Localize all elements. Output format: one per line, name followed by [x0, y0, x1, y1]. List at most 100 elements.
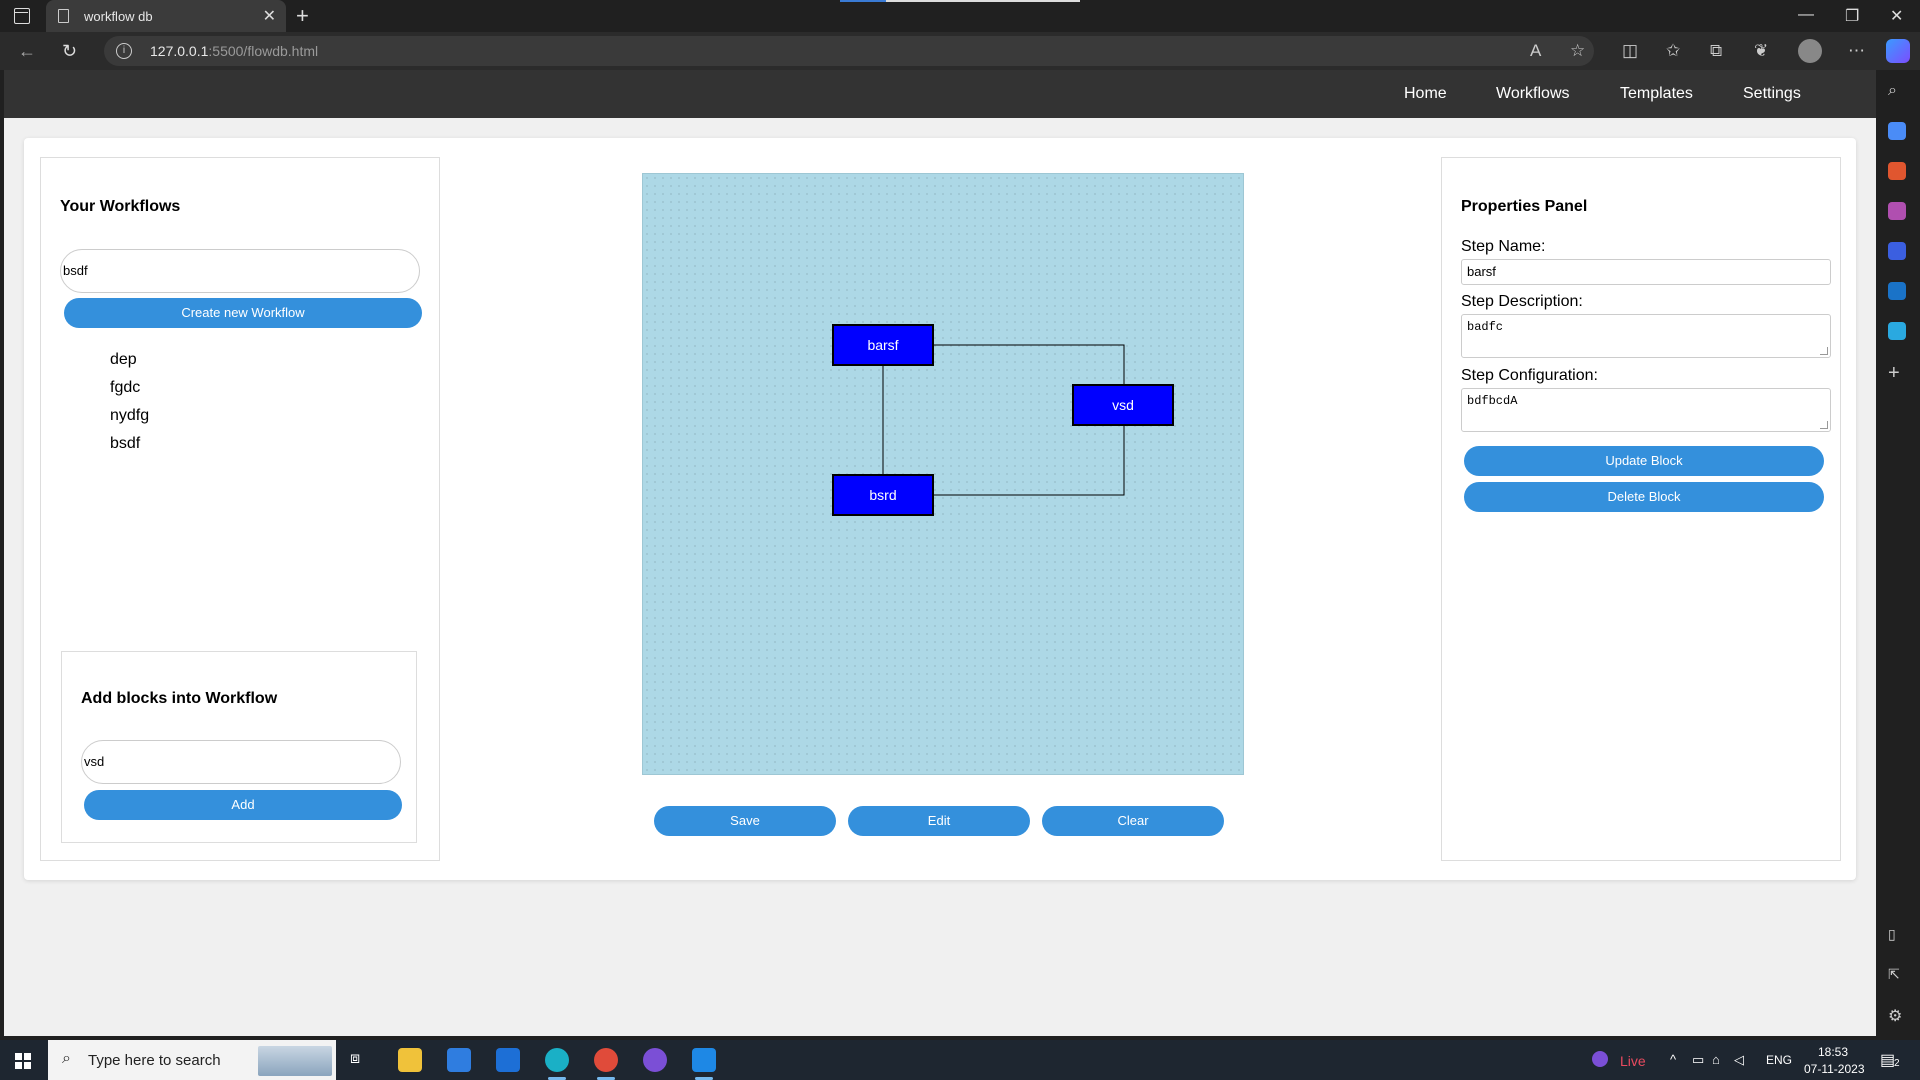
send-icon[interactable]	[1888, 322, 1906, 340]
tab-title: workflow db	[84, 9, 153, 24]
step-name-input[interactable]: barsf	[1461, 259, 1831, 285]
minimize-icon[interactable]: —	[1798, 6, 1814, 24]
resize-grip-icon[interactable]	[1820, 421, 1828, 429]
store-icon[interactable]	[447, 1048, 471, 1072]
outlook-icon[interactable]	[1888, 282, 1906, 300]
edit-button[interactable]: Edit	[848, 806, 1030, 836]
taskbar-search-box[interactable]: ⌕ Type here to search	[48, 1040, 336, 1080]
workflow-item[interactable]: bsdf	[110, 435, 140, 453]
main-card: Your Workflows bsdf Create new Workflow …	[24, 138, 1856, 880]
page-viewport: Home Workflows Templates Settings Your W…	[4, 70, 1876, 1036]
create-workflow-button[interactable]: Create new Workflow	[64, 298, 422, 328]
nav-settings[interactable]: Settings	[1743, 85, 1801, 103]
tab-strip-indicator-active	[840, 0, 886, 2]
collections-icon[interactable]: ⧉	[1710, 41, 1722, 61]
nav-templates[interactable]: Templates	[1620, 85, 1693, 103]
workflow-item[interactable]: dep	[110, 351, 137, 369]
address-bar-row: ← ↻ i 127.0.0.1:5500/flowdb.html A ☆ ◫ ✩…	[0, 32, 1920, 70]
workflow-block[interactable]: vsd	[1072, 384, 1174, 426]
workflow-block[interactable]: barsf	[832, 324, 934, 366]
notification-icon[interactable]: ▤	[1880, 1050, 1895, 1070]
open-external-icon[interactable]: ⇱	[1888, 966, 1906, 984]
step-configuration-value: bdfbcdA	[1467, 394, 1518, 408]
step-configuration-textarea[interactable]: bdfbcdA	[1461, 388, 1831, 432]
live-icon[interactable]	[1592, 1051, 1608, 1067]
favorites-icon[interactable]: ✩	[1666, 41, 1680, 61]
chrome-icon[interactable]	[594, 1048, 618, 1072]
mail-icon[interactable]	[496, 1048, 520, 1072]
favorite-star-icon[interactable]: ☆	[1570, 41, 1585, 61]
nav-home[interactable]: Home	[1404, 85, 1447, 103]
step-description-value: badfc	[1467, 320, 1504, 334]
edge-icon[interactable]	[545, 1048, 569, 1072]
meet-icon[interactable]: ▭	[1692, 1052, 1704, 1068]
live-label[interactable]: Live	[1620, 1053, 1646, 1069]
clear-button[interactable]: Clear	[1042, 806, 1224, 836]
search-icon: ⌕	[62, 1050, 71, 1067]
step-configuration-label: Step Configuration:	[1461, 367, 1598, 384]
windows-taskbar: ⌕ Type here to search ⧈ Live ^ ▭ ⌂ ◁ ENG…	[0, 1040, 1920, 1080]
file-explorer-icon[interactable]	[398, 1048, 422, 1072]
step-description-textarea[interactable]: badfc	[1461, 314, 1831, 358]
workflow-canvas[interactable]: barsf vsd bsrd	[642, 173, 1244, 775]
network-icon[interactable]: ⌂	[1712, 1052, 1720, 1067]
browser-sidebar: ⌕ + ▯ ⇱ ⚙	[1876, 70, 1920, 1036]
update-block-button[interactable]: Update Block	[1464, 446, 1824, 476]
resize-grip-icon[interactable]	[1820, 347, 1828, 355]
close-window-icon[interactable]: ✕	[1890, 6, 1903, 26]
workflow-block[interactable]: bsrd	[832, 474, 934, 516]
add-blocks-box: Add blocks into Workflow vsd Add	[61, 651, 417, 843]
connector-vsd-bsrd	[933, 425, 1125, 496]
shopping-icon[interactable]	[1888, 122, 1906, 140]
back-icon[interactable]: ←	[18, 41, 36, 62]
hide-sidebar-icon[interactable]: ▯	[1888, 926, 1906, 944]
save-button[interactable]: Save	[654, 806, 836, 836]
extensions-icon[interactable]: ❦	[1754, 41, 1768, 61]
office-icon[interactable]	[1888, 242, 1906, 260]
url-field[interactable]: i 127.0.0.1:5500/flowdb.html	[104, 36, 1594, 66]
task-view-icon[interactable]: ⧈	[350, 1050, 360, 1068]
nav-workflows[interactable]: Workflows	[1496, 85, 1570, 103]
clock-date[interactable]: 07-11-2023	[1804, 1062, 1865, 1076]
workflow-item[interactable]: nydfg	[110, 407, 149, 425]
tools-icon[interactable]	[1888, 162, 1906, 180]
site-info-icon[interactable]: i	[116, 43, 132, 59]
volume-muted-icon[interactable]: ◁	[1734, 1052, 1744, 1068]
search-placeholder: Type here to search	[88, 1052, 221, 1069]
add-blocks-title: Add blocks into Workflow	[81, 690, 278, 707]
add-sidebar-app-icon[interactable]: +	[1888, 362, 1906, 384]
properties-panel: Properties Panel Step Name: barsf Step D…	[1441, 157, 1841, 861]
block-name-input[interactable]: vsd	[81, 740, 401, 784]
games-icon[interactable]	[1888, 202, 1906, 220]
browser-tab-bar: workflow db ✕ + — ❐ ✕	[0, 0, 1920, 32]
search-highlight-image	[258, 1046, 332, 1076]
tray-chevron-icon[interactable]: ^	[1670, 1052, 1676, 1067]
tab-actions-icon[interactable]	[14, 8, 30, 24]
github-icon[interactable]	[643, 1048, 667, 1072]
windows-start-icon[interactable]	[15, 1053, 31, 1069]
page-icon	[58, 9, 69, 23]
sidebar-settings-icon[interactable]: ⚙	[1888, 1006, 1906, 1025]
notification-count: 2	[1894, 1058, 1900, 1069]
copilot-icon[interactable]	[1886, 39, 1910, 63]
delete-block-button[interactable]: Delete Block	[1464, 482, 1824, 512]
refresh-icon[interactable]: ↻	[62, 41, 77, 62]
workflow-item[interactable]: fgdc	[110, 379, 140, 397]
vscode-icon[interactable]	[692, 1048, 716, 1072]
workflow-name-input[interactable]: bsdf	[60, 249, 420, 293]
profile-avatar[interactable]	[1798, 39, 1822, 63]
workflows-title: Your Workflows	[60, 198, 181, 215]
search-icon[interactable]: ⌕	[1888, 82, 1906, 100]
split-screen-icon[interactable]: ◫	[1622, 41, 1638, 61]
url-text: 127.0.0.1:5500/flowdb.html	[150, 43, 319, 59]
more-menu-icon[interactable]: ⋯	[1848, 41, 1865, 61]
close-tab-icon[interactable]: ✕	[263, 6, 276, 26]
new-tab-icon[interactable]: +	[296, 3, 309, 29]
clock-time[interactable]: 18:53	[1818, 1045, 1848, 1059]
read-aloud-icon[interactable]: A	[1530, 41, 1541, 61]
properties-title: Properties Panel	[1461, 198, 1588, 215]
restore-icon[interactable]: ❐	[1845, 6, 1859, 26]
language-indicator[interactable]: ENG	[1766, 1053, 1792, 1067]
browser-tab[interactable]: workflow db ✕	[46, 0, 286, 32]
add-block-button[interactable]: Add	[84, 790, 402, 820]
